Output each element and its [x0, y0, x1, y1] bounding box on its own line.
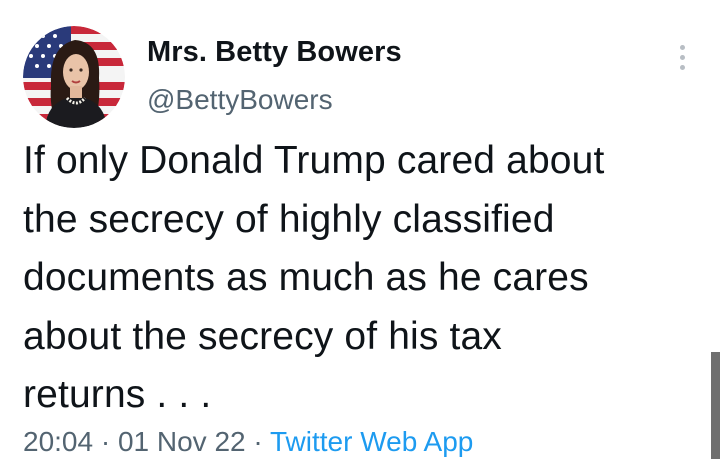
more-vertical-icon — [679, 44, 685, 50]
meta-separator: · — [100, 426, 111, 457]
avatar-image — [23, 26, 125, 128]
previous-tweet-partial-glyphs — [150, 0, 260, 8]
scrollbar-thumb[interactable] — [711, 352, 720, 459]
more-vertical-icon-dot — [679, 54, 685, 60]
author-avatar[interactable] — [23, 26, 125, 128]
author-handle[interactable]: @BettyBowers — [147, 84, 333, 116]
more-vertical-icon-dot — [679, 64, 685, 70]
previous-tweet-fragment — [150, 0, 260, 8]
tweet-time[interactable]: 20:04 — [23, 426, 93, 457]
tweet-text: If only Donald Trump cared about the sec… — [23, 139, 605, 416]
tweet-metadata: 20:04 · 01 Nov 22 · Twitter Web App — [23, 426, 473, 458]
tweet-date[interactable]: 01 Nov 22 — [118, 426, 246, 457]
tweet-source-link[interactable]: Twitter Web App — [270, 426, 473, 457]
author-display-name[interactable]: Mrs. Betty Bowers — [147, 36, 402, 69]
meta-separator: · — [253, 426, 263, 457]
more-options-button[interactable] — [672, 40, 692, 74]
